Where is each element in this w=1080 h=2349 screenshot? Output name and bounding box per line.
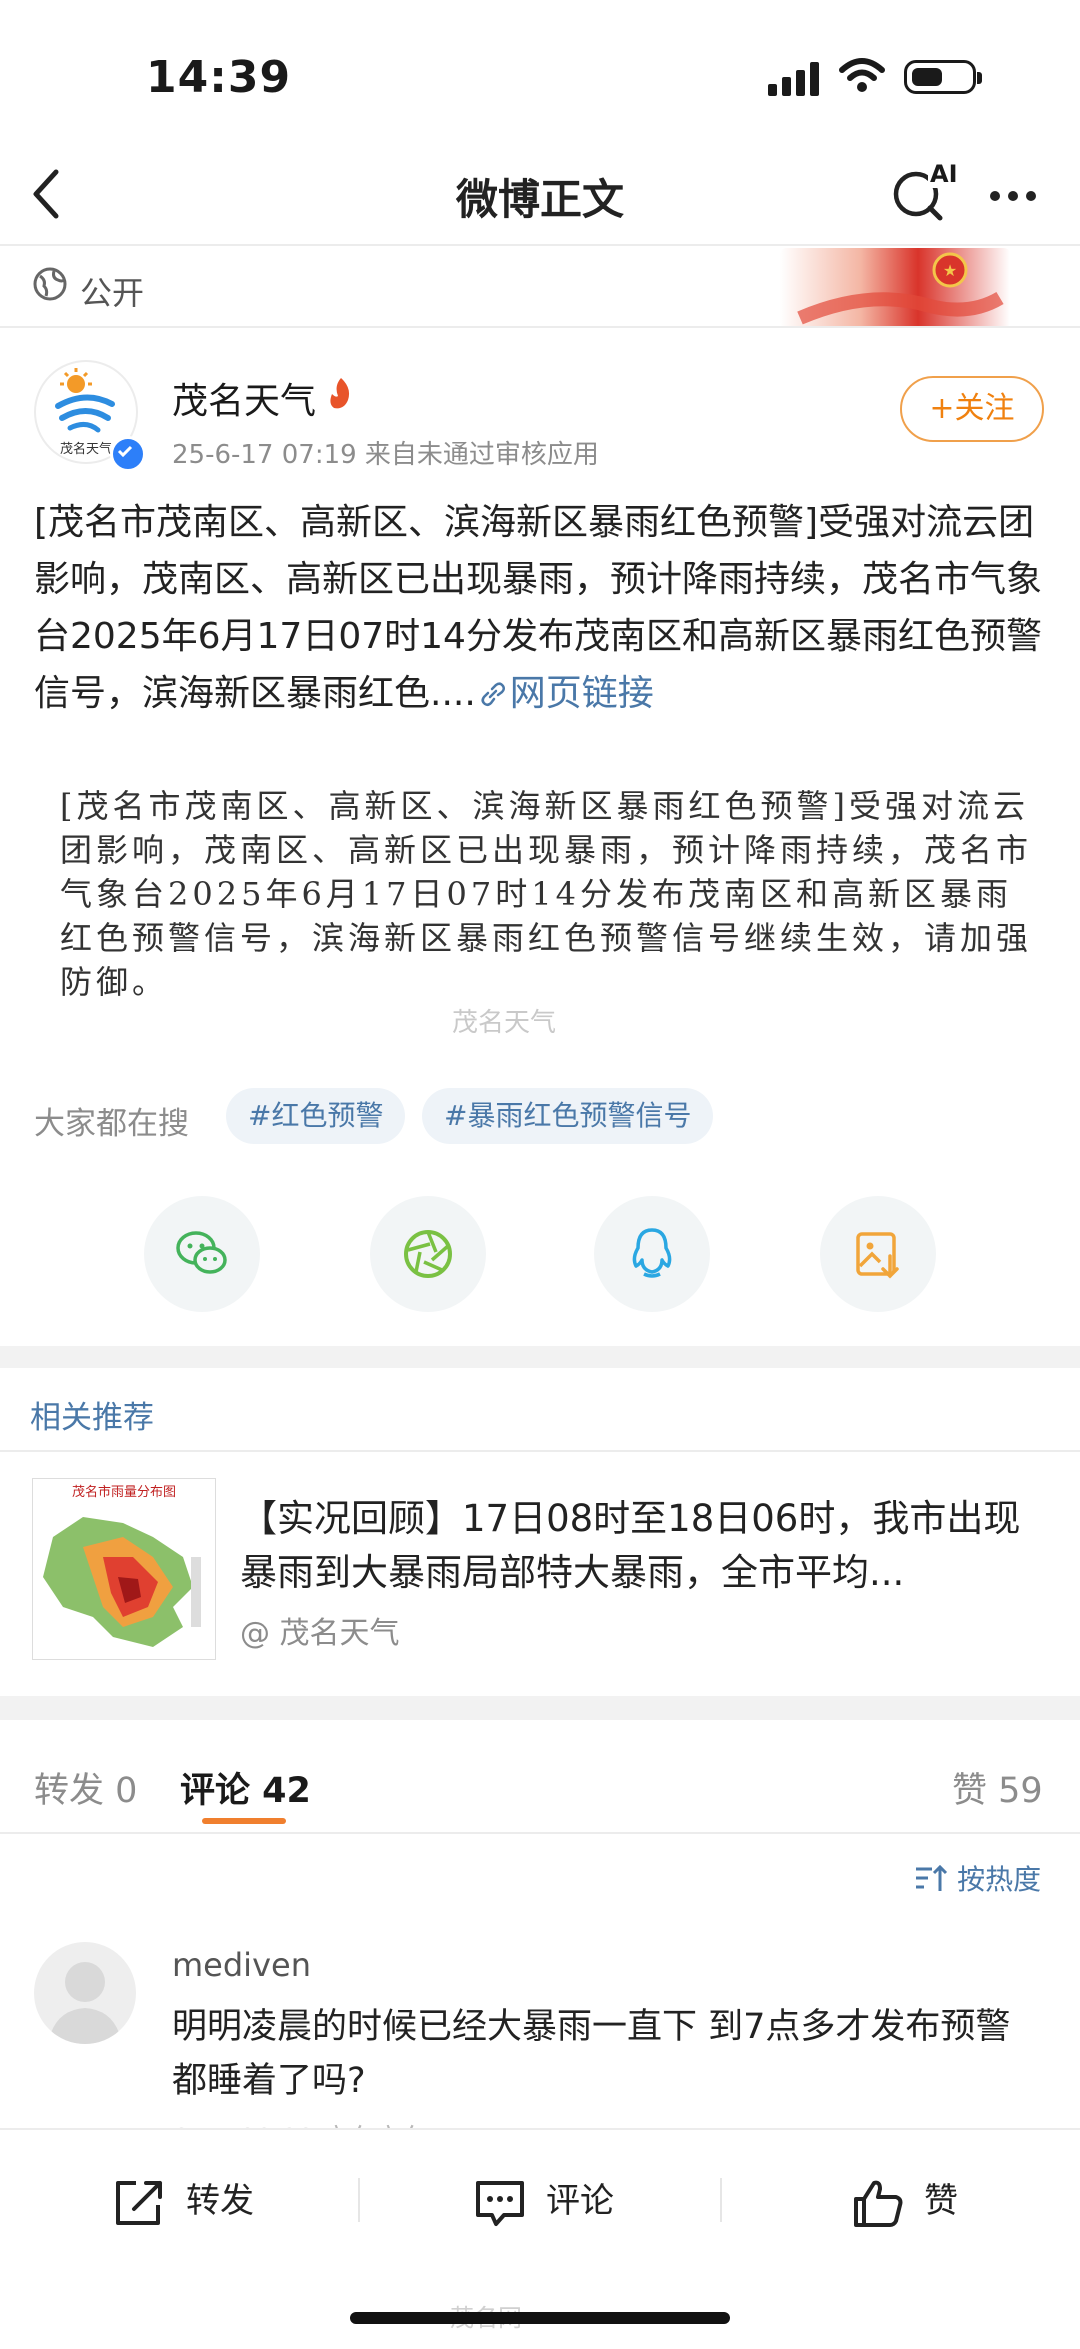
save-image-button[interactable] [820,1196,936,1312]
commenter-avatar[interactable] [34,1942,136,2044]
comment-text: 明明凌晨的时候已经大暴雨一直下 到7点多才发布预警 都睡着了吗? [172,2007,1011,2101]
fire-badge-icon [330,378,350,409]
ai-search-icon[interactable]: AI [892,160,960,222]
share-qq-button[interactable] [594,1196,710,1312]
moments-icon [404,1230,452,1278]
like-label: 赞 [924,2181,958,2221]
comment-button[interactable]: 评论 [472,2172,614,2230]
related-post-text[interactable]: 【实况回顾】17日08时至18日06时，我市出现暴雨到大暴雨局部特大暴雨，全市平… [240,1492,1050,1600]
header-banner-image: ★ [780,248,1010,328]
divider [0,1832,1080,1834]
tab-comment[interactable]: 评论 42 [180,1762,311,1813]
web-link[interactable]: 网页链接 [476,673,654,714]
share-wechat-button[interactable] [144,1196,260,1312]
more-options-icon[interactable] [990,186,1044,205]
sort-icon [916,1864,948,1891]
active-tab-indicator [202,1818,286,1824]
author-name[interactable]: 茂名天气 [172,372,316,424]
globe-icon [33,267,67,301]
repost-label: 转发 [186,2181,254,2221]
image-watermark: 茂名天气 [452,1008,557,1038]
web-link-label: 网页链接 [509,673,654,714]
post-text: [茂名市茂南区、高新区、滨海新区暴雨红色预警]受强对流云团影响，茂南区、高新区已… [34,494,1046,722]
section-gap [0,1696,1080,1720]
verified-badge-icon [110,436,146,472]
svg-text:★: ★ [943,261,957,280]
home-indicator[interactable] [350,2312,730,2324]
separator [358,2178,360,2222]
comment-label: 评论 [546,2181,614,2221]
comment-icon [476,2180,524,2226]
tab-repost[interactable]: 转发 0 [34,1762,137,1813]
section-gap [0,1346,1080,1368]
share-moments-button[interactable] [370,1196,486,1312]
commenter-name[interactable]: mediven [172,1946,311,1984]
hot-search-tag[interactable]: #红色预警 [226,1088,406,1144]
visibility-label: 公开 [80,274,145,312]
cellular-signal-icon [768,62,819,96]
status-time: 14:39 [146,52,292,103]
sort-button[interactable]: 按热度 [914,1858,1041,1898]
qq-icon [632,1228,672,1278]
follow-button[interactable]: +关注 [900,376,1044,442]
wechat-icon [176,1231,227,1274]
link-icon [481,682,505,707]
hot-search-label: 大家都在搜 [34,1106,189,1142]
sort-label: 按热度 [957,1863,1042,1896]
related-title: 相关推荐 [30,1400,154,1436]
divider [0,326,1080,328]
hot-search-tag[interactable]: #暴雨红色预警信号 [422,1088,714,1144]
repost-button[interactable]: 转发 [112,2172,254,2230]
divider [0,244,1080,246]
separator [720,2178,722,2222]
related-source[interactable]: @ 茂名天气 [240,1608,400,1652]
ai-label: AI [928,160,960,188]
battery-icon [904,60,982,94]
repost-icon [116,2180,162,2225]
wifi-icon [839,58,885,92]
related-map-thumbnail[interactable]: 茂名市雨量分布图 [32,1478,216,1660]
post-meta: 25-6-17 07:19 来自未通过审核应用 [172,440,599,470]
post-image-text[interactable]: [茂名市茂南区、高新区、滨海新区暴雨红色预警]受强对流云团影响，茂南区、高新区已… [60,784,1036,1004]
like-button[interactable]: 赞 [850,2172,958,2230]
tab-like[interactable]: 赞 59 [952,1762,1043,1813]
divider [0,1450,1080,1452]
thumbs-up-icon [854,2180,903,2227]
save-image-icon [856,1232,899,1279]
